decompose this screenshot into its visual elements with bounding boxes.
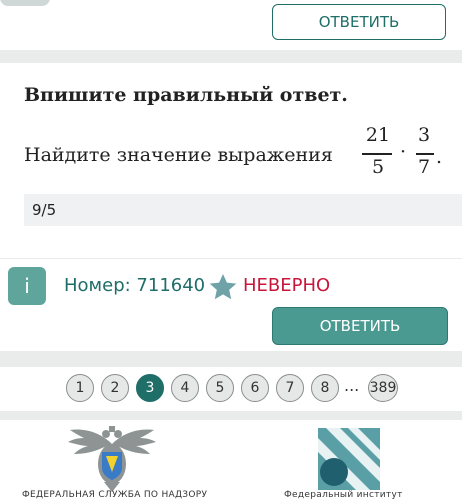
answer-value: 9/5 [32, 201, 57, 219]
page-8[interactable]: 8 [311, 374, 339, 402]
footer-agency-text: ФЕДЕРАЛЬНАЯ СЛУЖБА ПО НАДЗОРУ [22, 490, 208, 500]
fraction-2-bar [416, 153, 434, 155]
fraction-1: 21 5 [362, 124, 394, 178]
page-7[interactable]: 7 [276, 374, 304, 402]
multiply-operator: · [400, 141, 407, 163]
page-last[interactable]: 389 [368, 374, 398, 402]
pagination-ellipsis: ... [344, 376, 360, 395]
fraction-1-numerator: 21 [365, 124, 391, 146]
verdict-status: НЕВЕРНО [243, 275, 331, 296]
fraction-2-denominator: 7 [417, 156, 431, 178]
task-question-text: Найдите значение выражения [24, 144, 333, 166]
page-1[interactable]: 1 [66, 374, 94, 402]
fraction-2: 3 7 [414, 124, 434, 178]
page-2[interactable]: 2 [101, 374, 129, 402]
previous-badge-corner [0, 0, 50, 6]
emblem-icon [68, 426, 156, 492]
info-icon[interactable]: i [8, 267, 46, 305]
answer-input[interactable]: 9/5 [24, 194, 462, 226]
page-4[interactable]: 4 [171, 374, 199, 402]
page-3-active[interactable]: 3 [136, 374, 164, 402]
star-icon[interactable] [208, 272, 238, 302]
fipi-logo-icon [318, 428, 380, 490]
page-5[interactable]: 5 [206, 374, 234, 402]
task-instruction: Впишите правильный ответ. [24, 84, 348, 106]
answer-button[interactable]: ОТВЕТИТЬ [272, 307, 448, 345]
footer-institute-text: Федеральный институт [284, 490, 403, 500]
fraction-1-denominator: 5 [371, 156, 385, 178]
answer-button-top[interactable]: ОТВЕТИТЬ [272, 4, 446, 40]
fraction-2-numerator: 3 [417, 124, 431, 146]
fraction-1-bar [362, 153, 392, 155]
task-number: Номер: 711640 [64, 275, 206, 296]
page-6[interactable]: 6 [241, 374, 269, 402]
end-punctuation: . [436, 146, 443, 168]
